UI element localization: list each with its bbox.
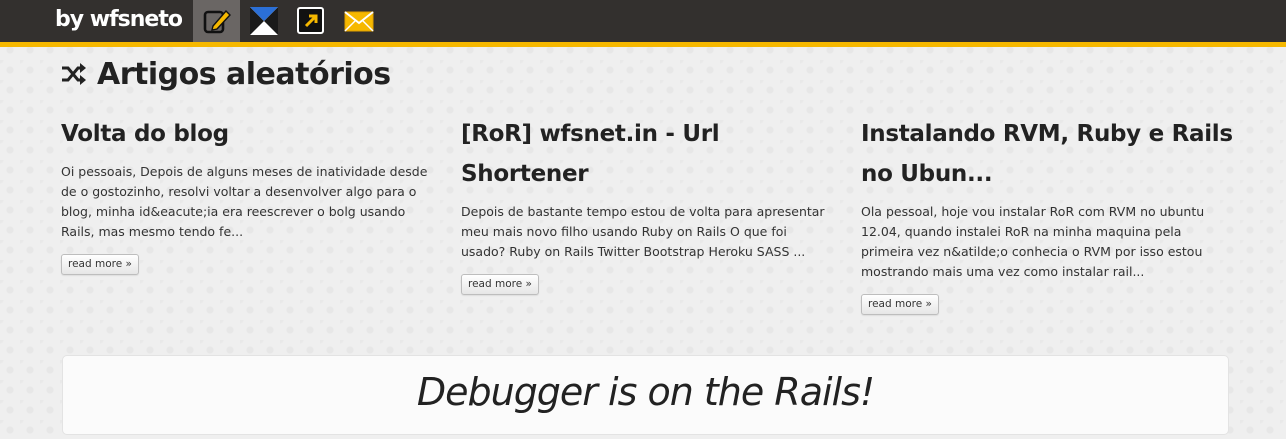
section-heading: Artigos aleatórios — [61, 55, 391, 93]
article-card: [RoR] wfsnet.in - Url Shortener Depois d… — [461, 114, 833, 295]
read-more-button[interactable]: read more » — [861, 294, 939, 315]
hero-tagline: Debugger is on the Rails! — [416, 370, 875, 414]
shuffle-icon — [62, 63, 86, 85]
article-excerpt: Oi pessoais, Depois de alguns meses de i… — [61, 164, 428, 239]
nav-links-button[interactable] — [287, 0, 334, 42]
nav-blog-button[interactable] — [193, 0, 240, 42]
hourglass-bowtie-icon — [250, 7, 278, 35]
top-navbar: by wfsneto — [0, 0, 1286, 47]
hero-banner: Debugger is on the Rails! — [62, 355, 1229, 435]
article-card: Instalando RVM, Ruby e Rails no Ubun... … — [861, 114, 1233, 315]
nav-projects-button[interactable] — [240, 0, 287, 42]
article-title[interactable]: [RoR] wfsnet.in - Url Shortener — [461, 114, 833, 194]
read-more-button[interactable]: read more » — [461, 274, 539, 295]
article-excerpt: Ola pessoal, hoje vou instalar RoR com R… — [861, 204, 1205, 279]
external-link-arrow-icon — [297, 7, 324, 34]
read-more-button[interactable]: read more » — [61, 254, 139, 275]
brand-logo[interactable]: by wfsneto — [55, 6, 183, 34]
envelope-icon — [344, 11, 374, 32]
article-title[interactable]: Volta do blog — [61, 114, 433, 154]
article-card: Volta do blog Oi pessoais, Depois de alg… — [61, 114, 433, 275]
nav-contact-button[interactable] — [334, 0, 381, 42]
notepad-pencil-icon — [203, 9, 231, 34]
section-title: Artigos aleatórios — [97, 56, 391, 92]
article-title[interactable]: Instalando RVM, Ruby e Rails no Ubun... — [861, 114, 1233, 194]
article-excerpt: Depois de bastante tempo estou de volta … — [461, 204, 825, 259]
